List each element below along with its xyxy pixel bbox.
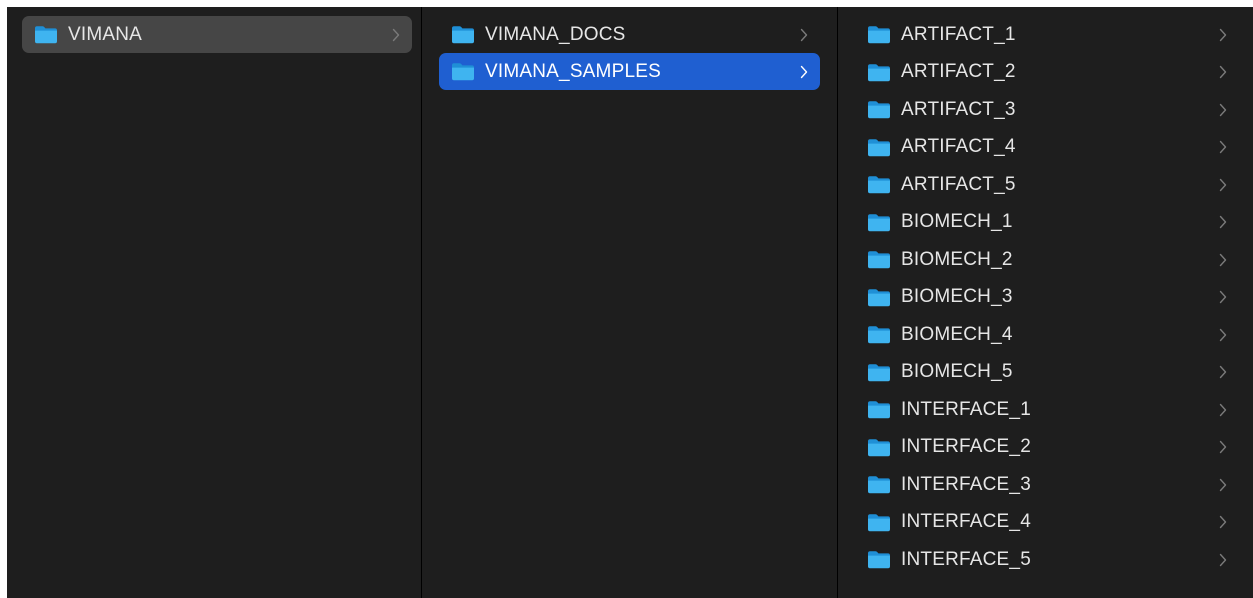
folder-row-artifact-3[interactable]: ARTIFACT_3 (855, 91, 1239, 129)
folder-row-vimana-docs[interactable]: VIMANA_DOCS (439, 16, 820, 53)
column-2[interactable]: VIMANA_DOCS VIMANA_SAMPLES (422, 7, 838, 598)
folder-label: INTERFACE_4 (901, 511, 1031, 533)
folder-label: BIOMECH_1 (901, 211, 1013, 233)
folder-icon (452, 63, 474, 81)
folder-icon (452, 26, 474, 44)
folder-row-biomech-5[interactable]: BIOMECH_5 (855, 354, 1239, 392)
folder-row-biomech-3[interactable]: BIOMECH_3 (855, 279, 1239, 317)
folder-row-interface-1[interactable]: INTERFACE_1 (855, 391, 1239, 429)
folder-row-artifact-5[interactable]: ARTIFACT_5 (855, 166, 1239, 204)
folder-label: ARTIFACT_4 (901, 136, 1016, 158)
folder-icon (868, 438, 890, 456)
folder-label: INTERFACE_3 (901, 473, 1031, 495)
folder-icon (868, 513, 890, 531)
folder-row-interface-5[interactable]: INTERFACE_5 (855, 541, 1239, 579)
folder-label: INTERFACE_5 (901, 548, 1031, 570)
folder-row-interface-4[interactable]: INTERFACE_4 (855, 504, 1239, 542)
folder-label: VIMANA_DOCS (485, 23, 626, 45)
chevron-right-icon (1219, 103, 1227, 116)
folder-row-biomech-4[interactable]: BIOMECH_4 (855, 316, 1239, 354)
chevron-right-icon (1219, 28, 1227, 41)
chevron-right-icon (1219, 441, 1227, 454)
folder-row-vimana[interactable]: VIMANA (22, 16, 412, 53)
chevron-right-icon (1219, 553, 1227, 566)
folder-icon (868, 26, 890, 44)
folder-label: ARTIFACT_1 (901, 23, 1016, 45)
folder-label: VIMANA (68, 23, 143, 45)
folder-icon (868, 176, 890, 194)
folder-icon (868, 363, 890, 381)
chevron-right-icon (1219, 478, 1227, 491)
folder-row-artifact-2[interactable]: ARTIFACT_2 (855, 54, 1239, 92)
chevron-right-icon (1219, 141, 1227, 154)
chevron-right-icon (1219, 216, 1227, 229)
folder-icon (868, 401, 890, 419)
chevron-right-icon (1219, 253, 1227, 266)
folder-label: BIOMECH_3 (901, 286, 1013, 308)
folder-icon (868, 551, 890, 569)
folder-icon (868, 63, 890, 81)
folder-icon (868, 213, 890, 231)
chevron-right-icon (1219, 66, 1227, 79)
folder-label: VIMANA_SAMPLES (485, 60, 661, 82)
folder-label: BIOMECH_4 (901, 323, 1013, 345)
folder-row-artifact-4[interactable]: ARTIFACT_4 (855, 129, 1239, 167)
column-3[interactable]: ARTIFACT_1 ARTIFACT_2 ARTIFACT_3 ARTIFAC… (838, 7, 1253, 598)
folder-row-interface-3[interactable]: INTERFACE_3 (855, 466, 1239, 504)
chevron-right-icon (800, 28, 808, 41)
chevron-right-icon (1219, 403, 1227, 416)
folder-icon (868, 138, 890, 156)
chevron-right-icon (800, 65, 808, 78)
finder-column-view: VIMANA VIMANA_DOCS VIMANA_SAMPLES ARTIFA… (7, 7, 1253, 598)
folder-icon (868, 251, 890, 269)
folder-label: BIOMECH_5 (901, 361, 1013, 383)
folder-label: ARTIFACT_5 (901, 173, 1016, 195)
folder-row-artifact-1[interactable]: ARTIFACT_1 (855, 16, 1239, 54)
column-1[interactable]: VIMANA (7, 7, 422, 598)
chevron-right-icon (1219, 178, 1227, 191)
folder-label: BIOMECH_2 (901, 248, 1013, 270)
chevron-right-icon (1219, 328, 1227, 341)
folder-row-interface-2[interactable]: INTERFACE_2 (855, 429, 1239, 467)
folder-label: ARTIFACT_3 (901, 98, 1016, 120)
chevron-right-icon (1219, 516, 1227, 529)
folder-row-vimana-samples[interactable]: VIMANA_SAMPLES (439, 53, 820, 90)
folder-icon (868, 101, 890, 119)
folder-row-biomech-2[interactable]: BIOMECH_2 (855, 241, 1239, 279)
folder-icon (868, 288, 890, 306)
folder-icon (35, 26, 57, 44)
folder-label: ARTIFACT_2 (901, 61, 1016, 83)
chevron-right-icon (1219, 291, 1227, 304)
folder-icon (868, 476, 890, 494)
chevron-right-icon (1219, 366, 1227, 379)
folder-row-biomech-1[interactable]: BIOMECH_1 (855, 204, 1239, 242)
chevron-right-icon (392, 28, 400, 41)
folder-label: INTERFACE_1 (901, 398, 1031, 420)
folder-label: INTERFACE_2 (901, 436, 1031, 458)
folder-icon (868, 326, 890, 344)
